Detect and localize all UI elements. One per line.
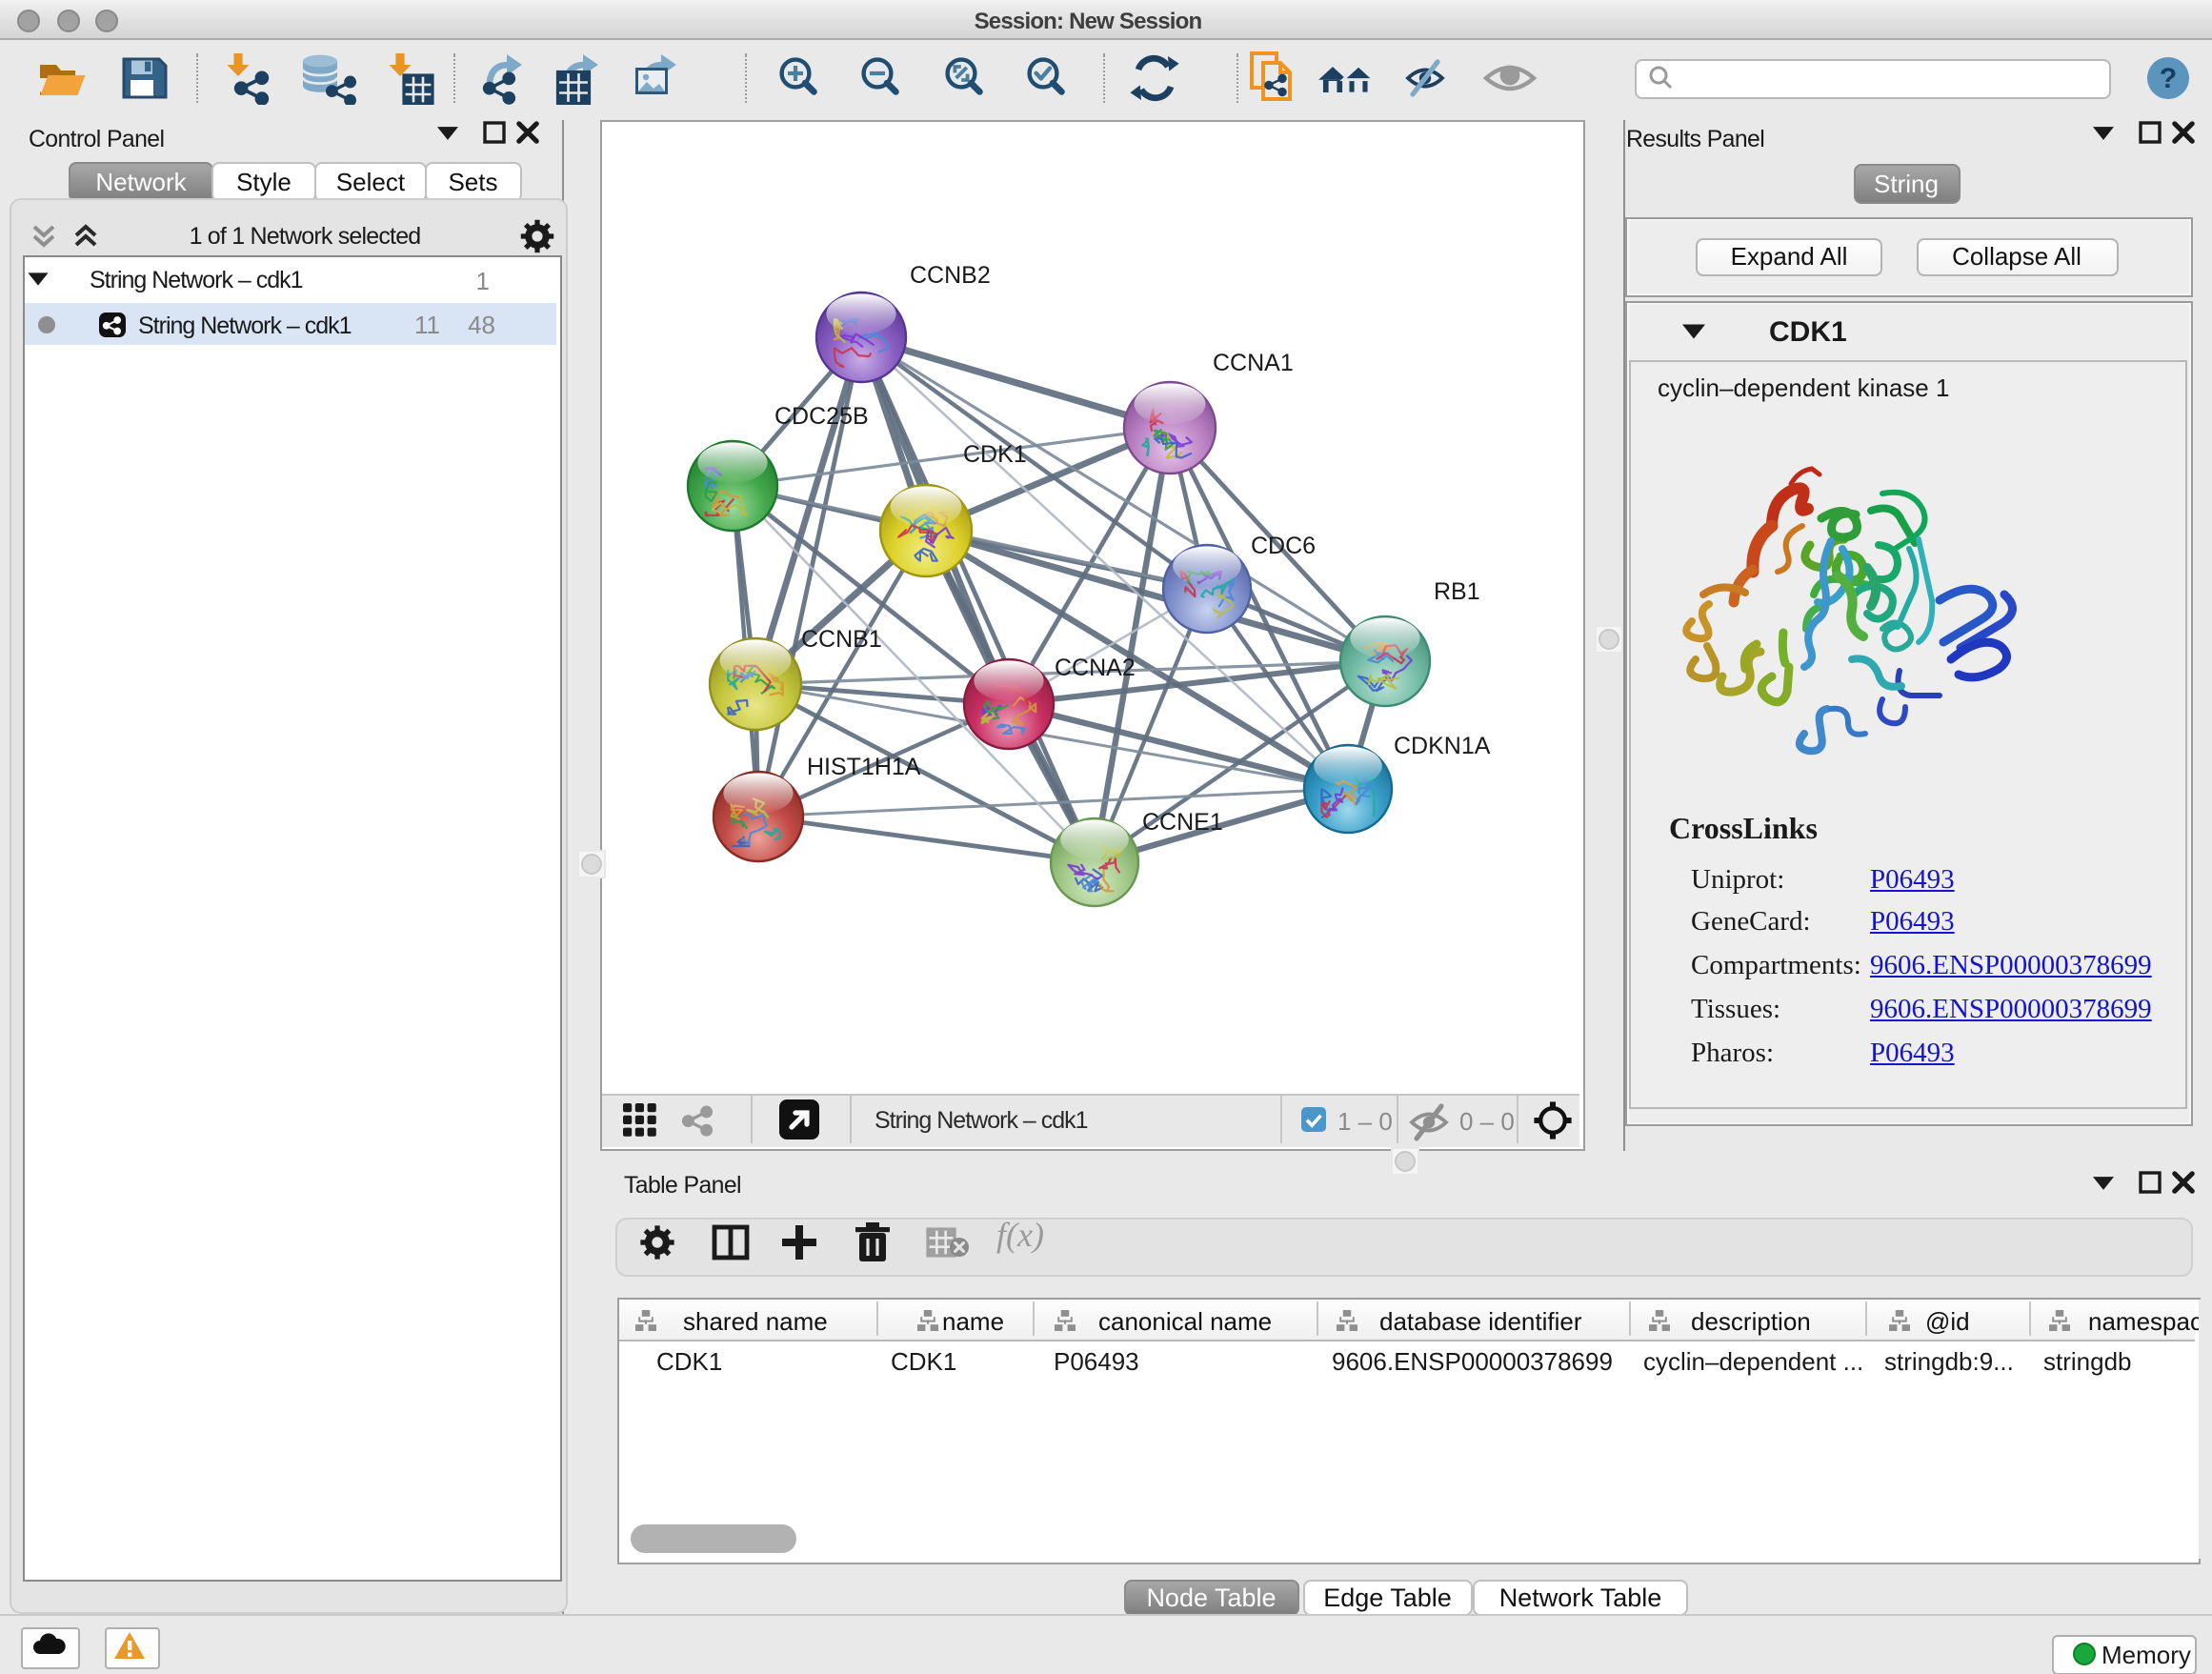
svg-text:HIST1H1A: HIST1H1A	[806, 754, 920, 780]
svg-text:CCNA1: CCNA1	[1212, 350, 1293, 376]
svg-text:CCNE1: CCNE1	[1141, 809, 1222, 836]
svg-text:RB1: RB1	[1433, 578, 1479, 605]
svg-text:CCNA2: CCNA2	[1054, 655, 1135, 681]
svg-text:CDC6: CDC6	[1250, 533, 1315, 559]
svg-text:CDC25B: CDC25B	[774, 403, 868, 430]
svg-text:CDKN1A: CDKN1A	[1393, 733, 1490, 759]
svg-text:CCNB2: CCNB2	[909, 262, 990, 289]
svg-text:CDK1: CDK1	[962, 441, 1026, 468]
svg-text:CCNB1: CCNB1	[800, 626, 881, 653]
